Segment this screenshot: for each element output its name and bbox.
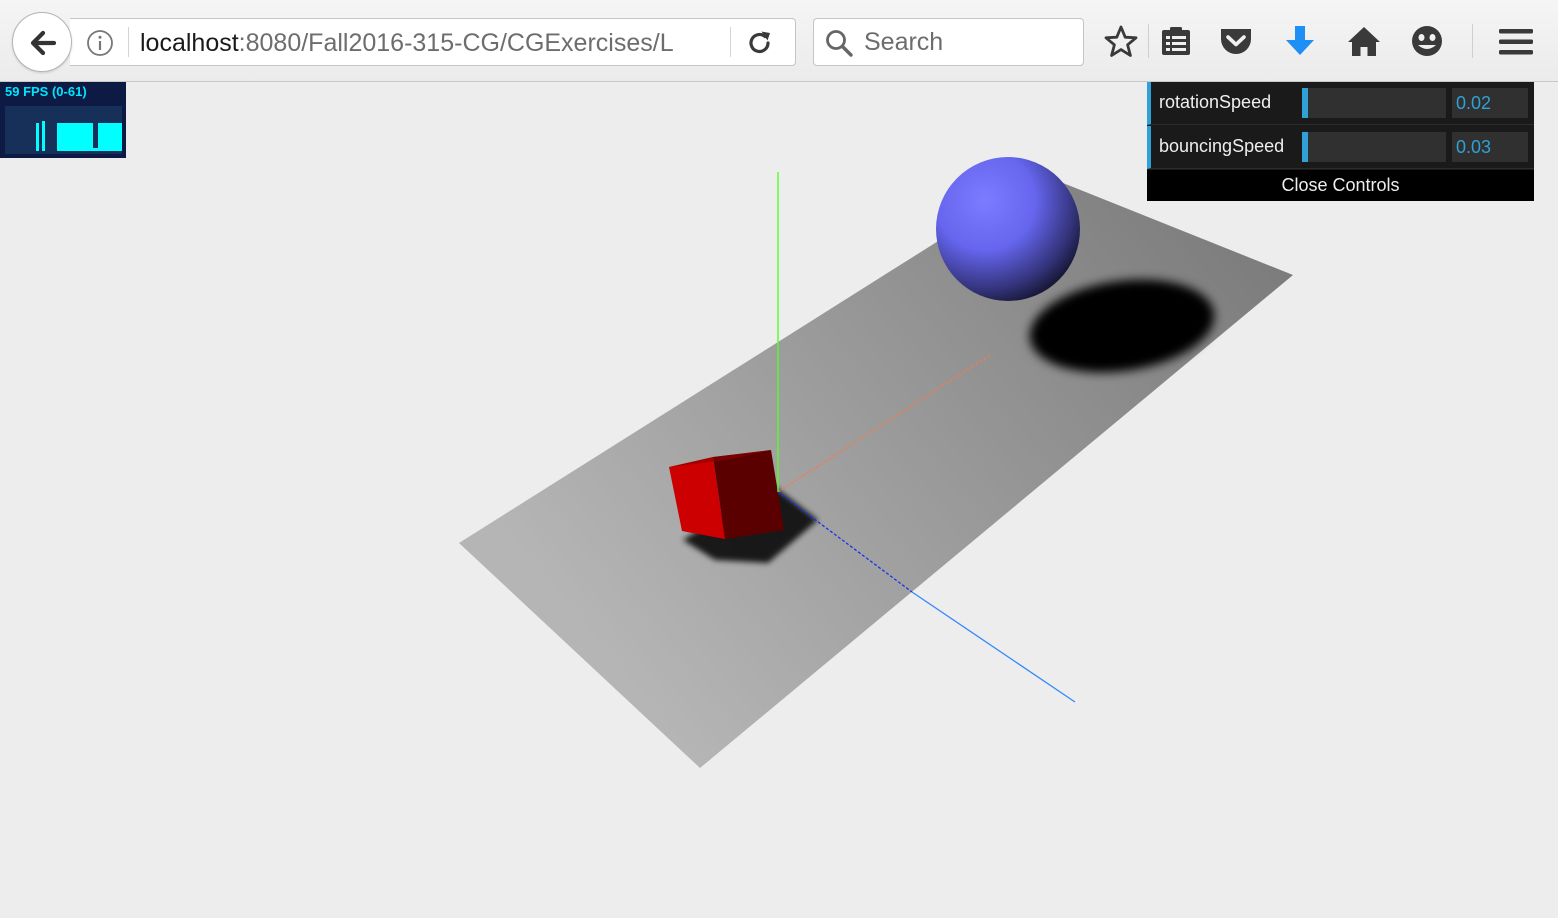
search-icon bbox=[824, 28, 854, 63]
browser-toolbar: localhost:8080/Fall2016-315-CG/CGExercis… bbox=[0, 0, 1558, 82]
back-arrow-icon bbox=[30, 30, 57, 56]
control-row-bouncing-speed: bouncingSpeed 0.03 bbox=[1147, 126, 1534, 169]
url-path: :8080/Fall2016-315-CG/CGExercises/L bbox=[238, 29, 674, 57]
blue-sphere bbox=[936, 157, 1080, 301]
download-icon[interactable] bbox=[1282, 24, 1318, 60]
control-row-rotation-speed: rotationSpeed 0.02 bbox=[1147, 82, 1534, 125]
bouncing-speed-slider[interactable] bbox=[1302, 132, 1446, 162]
hamburger-menu-icon[interactable] bbox=[1498, 24, 1534, 60]
back-button[interactable] bbox=[12, 12, 72, 72]
star-icon[interactable] bbox=[1103, 24, 1139, 60]
slider-fill bbox=[1302, 132, 1308, 162]
search-input[interactable] bbox=[864, 27, 1074, 57]
toolbar-separator bbox=[1148, 24, 1149, 58]
url-separator bbox=[730, 27, 731, 57]
search-bar[interactable] bbox=[813, 18, 1084, 66]
control-label: rotationSpeed bbox=[1159, 92, 1272, 112]
slider-fill bbox=[1302, 88, 1308, 118]
close-controls-button[interactable]: Close Controls bbox=[1147, 170, 1534, 201]
pocket-icon[interactable] bbox=[1218, 24, 1254, 60]
home-icon[interactable] bbox=[1346, 24, 1382, 60]
url-host: localhost bbox=[140, 29, 239, 57]
bouncing-speed-input[interactable]: 0.03 bbox=[1452, 132, 1528, 162]
rotation-speed-slider[interactable] bbox=[1302, 88, 1446, 118]
reload-icon[interactable] bbox=[746, 29, 774, 62]
fps-label: 59 FPS (0-61) bbox=[5, 84, 87, 99]
z-axis-line-front bbox=[911, 591, 1076, 703]
url-bar[interactable]: localhost:8080/Fall2016-315-CG/CGExercis… bbox=[70, 18, 796, 66]
toolbar-separator bbox=[1472, 24, 1473, 58]
url-text[interactable]: localhost:8080/Fall2016-315-CG/CGExercis… bbox=[140, 29, 680, 57]
fps-graph bbox=[5, 106, 122, 154]
clipboard-icon[interactable] bbox=[1158, 24, 1194, 60]
info-icon[interactable] bbox=[86, 29, 114, 62]
url-separator bbox=[128, 27, 129, 57]
fps-stats-panel[interactable]: 59 FPS (0-61) bbox=[0, 82, 126, 158]
control-label: bouncingSpeed bbox=[1159, 136, 1285, 156]
rotation-speed-input[interactable]: 0.02 bbox=[1452, 88, 1528, 118]
smiley-icon[interactable] bbox=[1409, 24, 1445, 60]
webgl-canvas[interactable] bbox=[0, 82, 1558, 918]
ground-plane bbox=[459, 175, 1293, 768]
controls-panel: rotationSpeed 0.02 bouncingSpeed 0.03 Cl… bbox=[1147, 82, 1534, 201]
